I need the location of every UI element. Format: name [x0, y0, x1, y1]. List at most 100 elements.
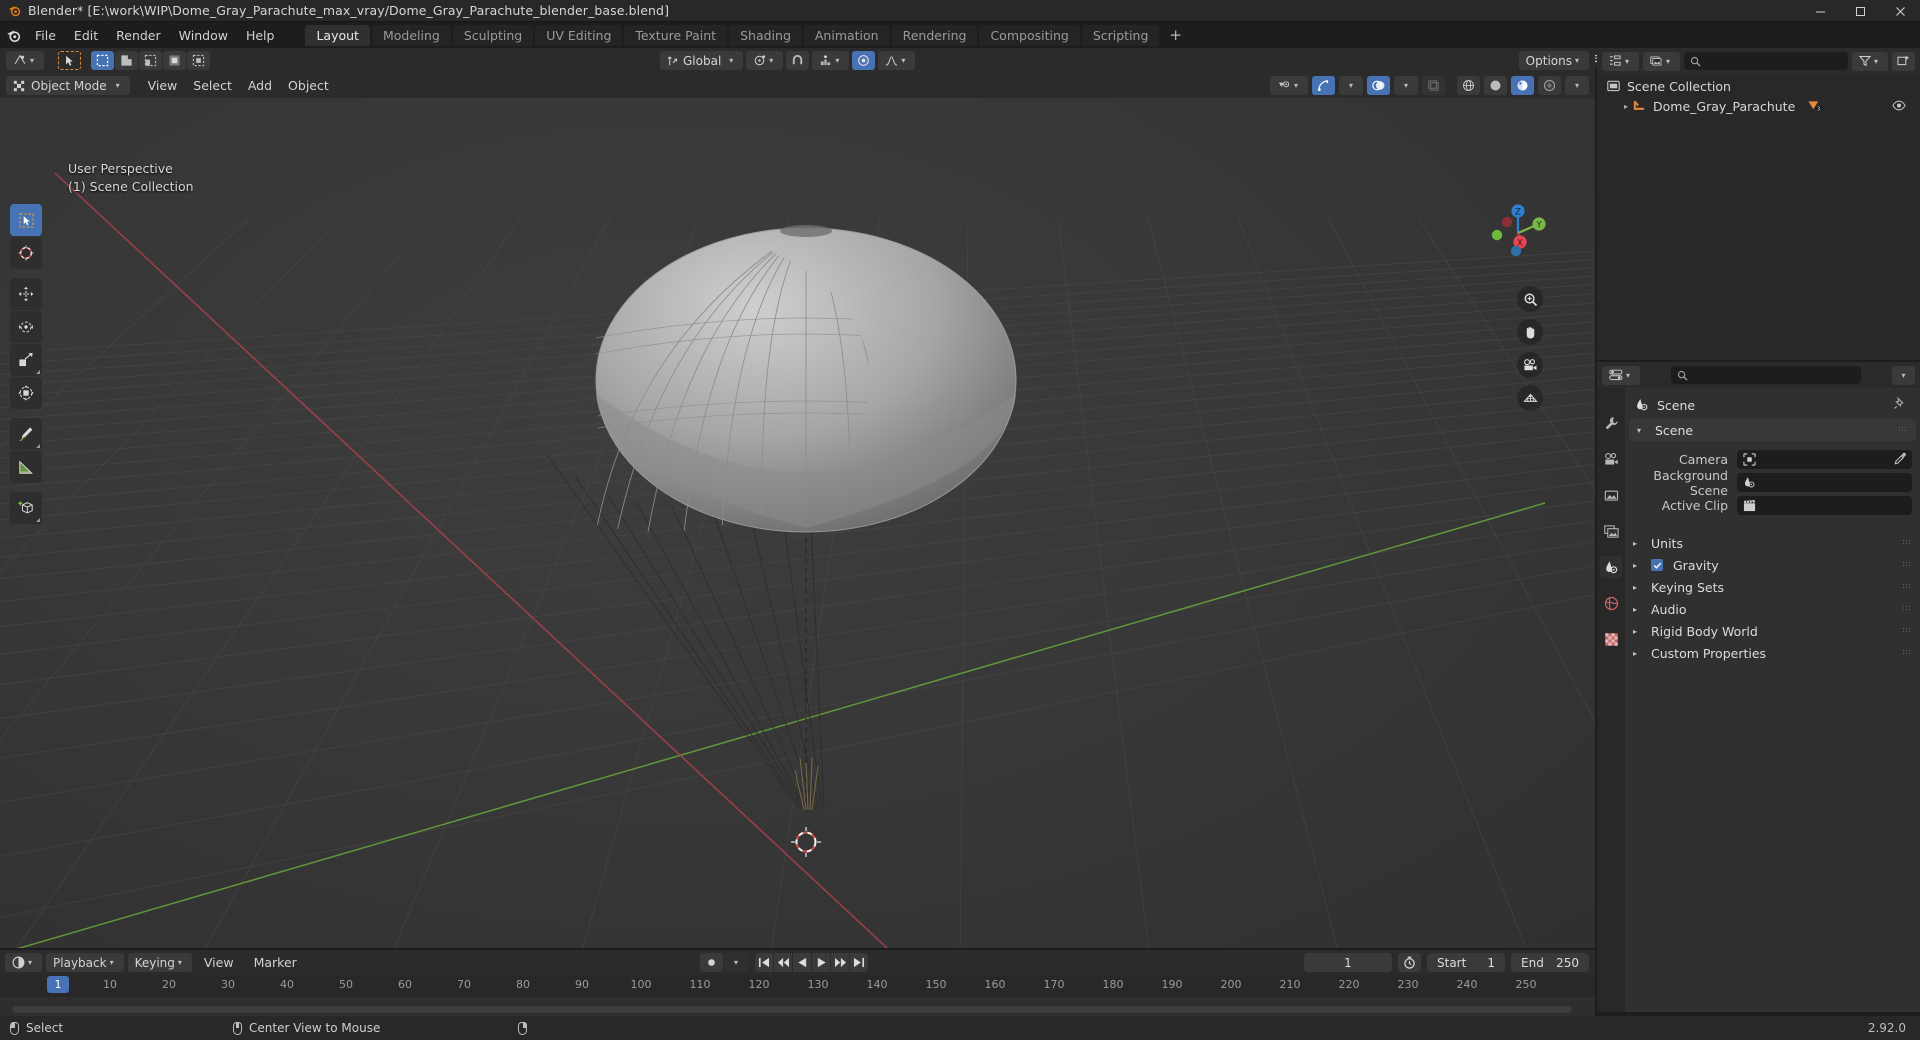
use-preview-range-icon[interactable]	[1398, 953, 1421, 972]
timeline-menu-playback[interactable]: Playback ▾	[46, 953, 124, 972]
tab-scripting[interactable]: Scripting	[1081, 24, 1160, 46]
viewport-menu-select[interactable]: Select	[185, 76, 240, 95]
editor-type-icon[interactable]: ▾	[6, 51, 45, 70]
tab-sculpting[interactable]: Sculpting	[452, 24, 534, 46]
add-workspace-button[interactable]: +	[1161, 25, 1190, 46]
select-invert-icon[interactable]	[163, 51, 187, 70]
pan-hand-icon[interactable]	[1517, 319, 1543, 345]
show-overlays-icon[interactable]	[1366, 76, 1390, 95]
current-frame-field[interactable]: 1	[1304, 953, 1392, 972]
tab-animation[interactable]: Animation	[803, 24, 890, 46]
auto-keyframe-record-icon[interactable]	[700, 953, 723, 972]
outliner-new-collection-button[interactable]	[1892, 51, 1915, 71]
jump-to-start-icon[interactable]	[755, 953, 773, 972]
viewport-canvas[interactable]: User Perspective (1) Scene Collection Z …	[0, 98, 1595, 948]
shading-options-selector[interactable]: ▾	[1564, 76, 1589, 95]
tab-layout[interactable]: Layout	[305, 24, 370, 46]
minimize-button[interactable]	[1800, 0, 1840, 22]
select-subtract-icon[interactable]	[139, 51, 163, 70]
tab-output[interactable]	[1600, 484, 1622, 506]
snap-magnet-icon[interactable]	[786, 51, 810, 70]
jump-to-prev-keyframe-icon[interactable]	[774, 953, 792, 972]
maximize-button[interactable]	[1840, 0, 1880, 22]
tab-render[interactable]	[1600, 448, 1622, 470]
tab-scene[interactable]	[1600, 556, 1622, 578]
snap-to-selector[interactable]: ▾	[812, 51, 850, 70]
tool-move[interactable]	[10, 278, 42, 310]
menu-window[interactable]: Window	[170, 26, 237, 45]
panel-header-gravity[interactable]: ▸ Gravity	[1625, 554, 1920, 576]
field-background-scene[interactable]	[1737, 473, 1912, 492]
panel-header-audio[interactable]: ▸ Audio	[1625, 598, 1920, 620]
field-camera[interactable]	[1737, 450, 1912, 469]
viewport-menu-view[interactable]: View	[140, 76, 186, 95]
tab-shading[interactable]: Shading	[729, 24, 802, 46]
outliner-editor-type-button[interactable]: ▾	[1602, 51, 1640, 71]
gizmo-options-selector[interactable]: ▾	[1338, 76, 1363, 95]
outliner-row-object[interactable]: ▸ Dome_Gray_Parachute 3	[1597, 96, 1920, 116]
pin-icon[interactable]	[1893, 396, 1910, 413]
end-frame-field[interactable]: End 250	[1511, 953, 1589, 972]
tool-scale[interactable]	[10, 344, 42, 376]
timeline-menu-keying[interactable]: Keying ▾	[127, 953, 192, 972]
overlay-options-selector[interactable]: ▾	[1393, 76, 1418, 95]
toggle-orthographic-icon[interactable]	[1517, 385, 1543, 411]
zoom-icon[interactable]	[1517, 286, 1543, 312]
timeline-horizontal-scrollbar[interactable]	[12, 1006, 1572, 1013]
panel-header-scene[interactable]: ▾ Scene	[1629, 419, 1916, 441]
start-frame-field[interactable]: Start 1	[1427, 953, 1505, 972]
xray-toggle-icon[interactable]	[1421, 76, 1445, 95]
viewport-menu-object[interactable]: Object	[280, 76, 337, 95]
outliner-row-scene-collection[interactable]: Scene Collection	[1597, 76, 1920, 96]
tab-compositing[interactable]: Compositing	[979, 24, 1080, 46]
tweak-tool-icon[interactable]	[58, 51, 82, 70]
menu-render[interactable]: Render	[107, 26, 170, 45]
timeline-ruler[interactable]: 1 10 20 30 40 50 60 70 80 90 100 110 120…	[0, 975, 1595, 997]
proportional-editing-icon[interactable]	[852, 51, 876, 70]
menu-edit[interactable]: Edit	[65, 26, 107, 45]
select-intersect-icon[interactable]	[187, 51, 211, 70]
tool-measure[interactable]	[10, 451, 42, 483]
panel-header-rigid-body-world[interactable]: ▸ Rigid Body World	[1625, 620, 1920, 642]
field-active-clip[interactable]	[1737, 496, 1912, 515]
transform-orientation-selector[interactable]: Global ▾	[660, 51, 744, 70]
tool-rotate[interactable]	[10, 311, 42, 343]
expand-triangle-icon[interactable]: ▸	[1619, 102, 1633, 111]
visibility-selector[interactable]: ▾	[1269, 76, 1308, 95]
tab-world[interactable]	[1600, 592, 1622, 614]
viewport-navigation-gizmo[interactable]: Z Y X	[1487, 202, 1549, 264]
tool-add-cube[interactable]	[10, 492, 42, 524]
blender-logo-icon[interactable]	[0, 28, 26, 43]
tab-tool[interactable]	[1600, 412, 1622, 434]
tab-uv-editing[interactable]: UV Editing	[535, 24, 623, 46]
panel-header-custom-properties[interactable]: ▸ Custom Properties	[1625, 642, 1920, 664]
outliner-search-input[interactable]	[1684, 52, 1848, 70]
tab-texture-paint[interactable]: Texture Paint	[624, 24, 728, 46]
outliner-display-mode-button[interactable]: ▾	[1643, 51, 1681, 71]
tab-view-layer[interactable]	[1600, 520, 1622, 542]
viewport-options-button[interactable]: Options ▾	[1518, 51, 1589, 70]
tab-texture[interactable]	[1600, 628, 1622, 650]
tool-cursor[interactable]	[10, 237, 42, 269]
shading-rendered-icon[interactable]	[1537, 76, 1561, 95]
play-reverse-icon[interactable]	[793, 953, 811, 972]
eyedropper-icon[interactable]	[1894, 452, 1907, 469]
shading-wireframe-icon[interactable]	[1456, 76, 1480, 95]
timeline-editor-type-button[interactable]: ▾	[5, 953, 43, 972]
interaction-mode-selector[interactable]: Object Mode ▾	[6, 76, 130, 95]
shading-solid-icon[interactable]	[1483, 76, 1507, 95]
camera-view-icon[interactable]	[1517, 352, 1543, 378]
show-gizmo-icon[interactable]	[1311, 76, 1335, 95]
tool-tweak-select[interactable]	[10, 204, 42, 236]
play-icon[interactable]	[812, 953, 830, 972]
tool-transform[interactable]	[10, 377, 42, 409]
menu-help[interactable]: Help	[237, 26, 284, 45]
panel-header-units[interactable]: ▸ Units	[1625, 532, 1920, 554]
auto-keying-options-button[interactable]: ▾	[724, 953, 749, 972]
tab-rendering[interactable]: Rendering	[891, 24, 978, 46]
shading-material-preview-icon[interactable]	[1510, 76, 1534, 95]
menu-file[interactable]: File	[26, 26, 65, 45]
select-box-icon[interactable]	[91, 51, 115, 70]
modifier-badge[interactable]: 3	[1807, 99, 1823, 113]
properties-editor-type-button[interactable]: ▾	[1602, 365, 1641, 385]
